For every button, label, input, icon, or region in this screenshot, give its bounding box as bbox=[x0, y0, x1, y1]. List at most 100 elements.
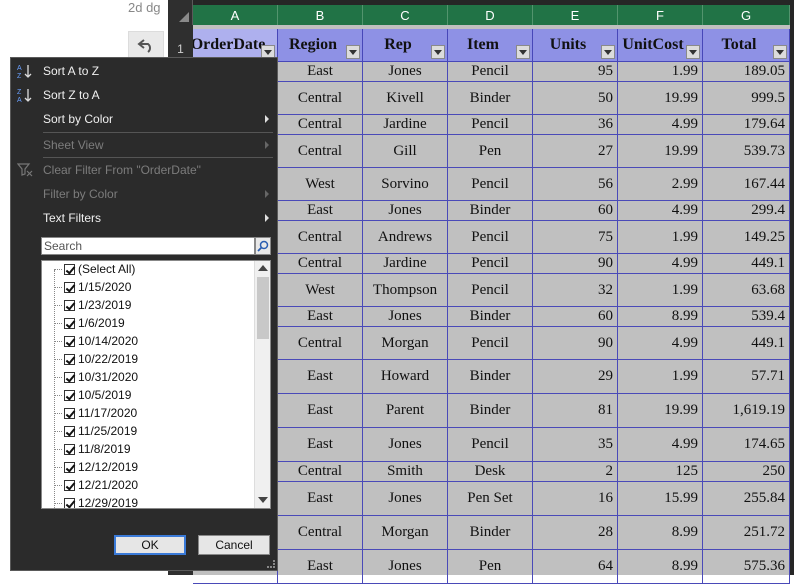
menu-sort-az[interactable]: AZ Sort A to Z bbox=[11, 60, 277, 82]
table-cell[interactable]: Gill bbox=[363, 135, 448, 168]
table-cell[interactable]: 60 bbox=[533, 201, 618, 221]
table-cell[interactable]: 2 bbox=[533, 462, 618, 482]
table-cell[interactable]: Pen Set bbox=[448, 482, 533, 516]
table-cell[interactable]: Thompson bbox=[363, 274, 448, 307]
table-cell[interactable]: Central bbox=[278, 327, 363, 360]
table-cell[interactable]: 4.99 bbox=[618, 428, 703, 462]
checkbox-checked-icon[interactable] bbox=[64, 353, 75, 365]
table-cell[interactable]: West bbox=[278, 274, 363, 307]
filter-list-item[interactable]: 1/15/2020 bbox=[42, 278, 254, 296]
table-cell[interactable]: Parent bbox=[363, 394, 448, 428]
table-cell[interactable]: Jones bbox=[363, 550, 448, 584]
column-header-e[interactable]: E bbox=[533, 5, 618, 25]
table-cell[interactable]: Kivell bbox=[363, 82, 448, 115]
table-cell[interactable]: 449.1 bbox=[703, 254, 790, 274]
checkbox-checked-icon[interactable] bbox=[64, 281, 75, 293]
column-header-a[interactable]: A bbox=[193, 5, 278, 25]
table-cell[interactable]: Pencil bbox=[448, 254, 533, 274]
table-cell[interactable]: Binder bbox=[448, 201, 533, 221]
filter-dropdown-icon[interactable] bbox=[686, 45, 700, 59]
table-cell[interactable]: Central bbox=[278, 115, 363, 135]
checkbox-checked-icon[interactable] bbox=[64, 461, 75, 473]
table-cell[interactable]: Pen bbox=[448, 550, 533, 584]
table-cell[interactable]: 19.99 bbox=[618, 394, 703, 428]
table-cell[interactable]: 4.99 bbox=[618, 115, 703, 135]
table-cell[interactable]: 179.64 bbox=[703, 115, 790, 135]
table-cell[interactable]: 1.99 bbox=[618, 221, 703, 254]
resize-grip-icon[interactable] bbox=[267, 560, 275, 568]
header-cell[interactable]: Total bbox=[703, 29, 790, 62]
table-cell[interactable]: 1.99 bbox=[618, 62, 703, 82]
table-cell[interactable]: Morgan bbox=[363, 327, 448, 360]
menu-sort-za[interactable]: ZA Sort Z to A bbox=[11, 84, 277, 106]
undo-button[interactable] bbox=[128, 31, 164, 59]
table-cell[interactable]: 575.36 bbox=[703, 550, 790, 584]
checkbox-checked-icon[interactable] bbox=[64, 263, 75, 275]
row-number[interactable]: 1 bbox=[168, 42, 193, 56]
table-cell[interactable]: Central bbox=[278, 254, 363, 274]
table-cell[interactable]: Jones bbox=[363, 428, 448, 462]
checkbox-checked-icon[interactable] bbox=[64, 299, 75, 311]
table-cell[interactable]: East bbox=[278, 550, 363, 584]
column-header-d[interactable]: D bbox=[448, 5, 533, 25]
table-cell[interactable]: 1,619.19 bbox=[703, 394, 790, 428]
filter-list-item[interactable]: 12/12/2019 bbox=[42, 458, 254, 476]
table-cell[interactable]: 57.71 bbox=[703, 360, 790, 394]
table-cell[interactable]: Jones bbox=[363, 307, 448, 327]
table-cell[interactable]: 56 bbox=[533, 168, 618, 201]
table-cell[interactable]: 27 bbox=[533, 135, 618, 168]
table-cell[interactable]: 4.99 bbox=[618, 254, 703, 274]
filter-list-item[interactable]: 10/22/2019 bbox=[42, 350, 254, 368]
table-cell[interactable]: Central bbox=[278, 82, 363, 115]
header-cell[interactable]: Units bbox=[533, 29, 618, 62]
table-cell[interactable]: 32 bbox=[533, 274, 618, 307]
column-header-f[interactable]: F bbox=[618, 5, 703, 25]
table-cell[interactable]: Pencil bbox=[448, 168, 533, 201]
table-cell[interactable]: Pen bbox=[448, 135, 533, 168]
filter-dropdown-icon[interactable] bbox=[431, 45, 445, 59]
table-cell[interactable]: 75 bbox=[533, 221, 618, 254]
filter-list-item[interactable]: 11/17/2020 bbox=[42, 404, 254, 422]
table-cell[interactable]: 250 bbox=[703, 462, 790, 482]
filter-list-item[interactable]: 10/31/2020 bbox=[42, 368, 254, 386]
table-cell[interactable]: Pencil bbox=[448, 274, 533, 307]
table-cell[interactable]: Central bbox=[278, 221, 363, 254]
table-cell[interactable]: 35 bbox=[533, 428, 618, 462]
table-cell[interactable]: 4.99 bbox=[618, 327, 703, 360]
table-cell[interactable]: 8.99 bbox=[618, 550, 703, 584]
table-cell[interactable]: 95 bbox=[533, 62, 618, 82]
table-cell[interactable]: Pencil bbox=[448, 115, 533, 135]
table-cell[interactable]: Binder bbox=[448, 82, 533, 115]
checkbox-checked-icon[interactable] bbox=[64, 479, 75, 491]
table-cell[interactable]: 299.4 bbox=[703, 201, 790, 221]
select-all-corner[interactable] bbox=[168, 0, 193, 25]
table-cell[interactable]: 28 bbox=[533, 516, 618, 550]
table-cell[interactable]: 90 bbox=[533, 327, 618, 360]
table-cell[interactable]: 2.99 bbox=[618, 168, 703, 201]
table-cell[interactable]: Pencil bbox=[448, 221, 533, 254]
table-cell[interactable]: Desk bbox=[448, 462, 533, 482]
filter-list-item[interactable]: 12/21/2020 bbox=[42, 476, 254, 494]
table-cell[interactable]: 50 bbox=[533, 82, 618, 115]
scroll-down-icon[interactable] bbox=[258, 497, 268, 503]
header-cell[interactable]: Region bbox=[278, 29, 363, 62]
table-cell[interactable]: 36 bbox=[533, 115, 618, 135]
table-cell[interactable]: 539.4 bbox=[703, 307, 790, 327]
table-cell[interactable]: Jones bbox=[363, 482, 448, 516]
table-cell[interactable]: 539.73 bbox=[703, 135, 790, 168]
column-header-b[interactable]: B bbox=[278, 5, 363, 25]
table-cell[interactable]: East bbox=[278, 307, 363, 327]
checkbox-checked-icon[interactable] bbox=[64, 335, 75, 347]
table-cell[interactable]: Central bbox=[278, 135, 363, 168]
checkbox-checked-icon[interactable] bbox=[64, 389, 75, 401]
table-cell[interactable]: Pencil bbox=[448, 327, 533, 360]
table-cell[interactable]: 90 bbox=[533, 254, 618, 274]
filter-dropdown-icon[interactable] bbox=[516, 45, 530, 59]
table-cell[interactable]: 81 bbox=[533, 394, 618, 428]
table-cell[interactable]: 15.99 bbox=[618, 482, 703, 516]
table-cell[interactable]: Jardine bbox=[363, 115, 448, 135]
ok-button[interactable]: OK bbox=[114, 535, 186, 555]
table-cell[interactable]: Binder bbox=[448, 360, 533, 394]
list-scrollbar[interactable] bbox=[254, 261, 270, 508]
filter-dropdown-icon[interactable] bbox=[346, 45, 360, 59]
